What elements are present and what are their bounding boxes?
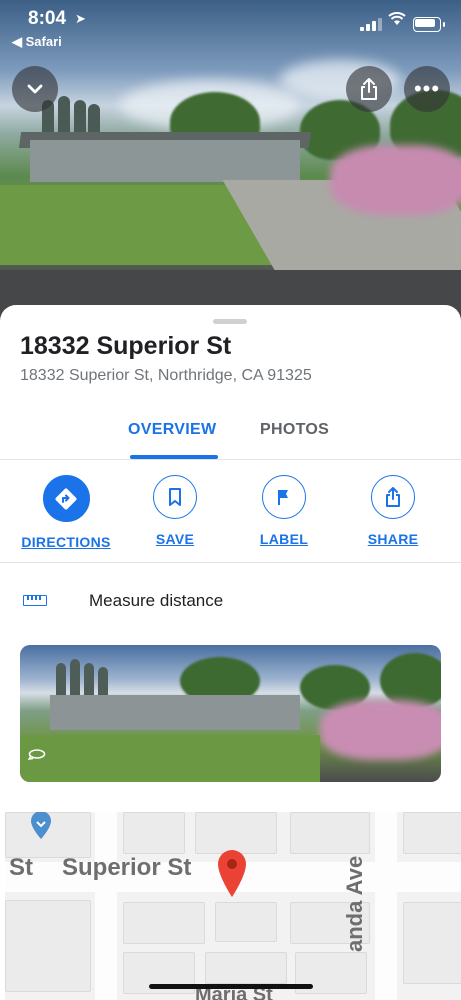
label-label: LABEL [259, 531, 309, 547]
share-icon [386, 487, 400, 507]
map-preview[interactable]: St Superior St anda Ave Maria St [5, 812, 461, 1000]
flag-icon [278, 490, 288, 505]
status-time: 8:04 [28, 8, 67, 29]
signal-icon [360, 17, 384, 31]
chevron-down-icon [27, 84, 43, 94]
map-label-avenue: anda Ave [342, 855, 367, 952]
place-address: 18332 Superior St, Northridge, CA 91325 [20, 367, 312, 384]
share-button[interactable]: SHARE [343, 475, 443, 547]
tabs-divider [0, 459, 461, 460]
street-view-thumbnail[interactable] [20, 645, 441, 782]
directions-icon [55, 488, 77, 509]
home-indicator[interactable] [149, 984, 313, 989]
map-poi-marker-icon [31, 812, 51, 839]
share-label: SHARE [367, 531, 419, 547]
share-button-top[interactable] [346, 66, 392, 112]
rotate-360-icon [27, 747, 46, 763]
map-road-vertical-left [95, 812, 117, 1000]
collapse-button[interactable] [12, 66, 58, 112]
location-arrow-icon: ➤ [75, 11, 86, 26]
battery-icon [413, 17, 445, 32]
label-button[interactable]: LABEL [234, 475, 334, 547]
status-bar: 8:04 ➤ ◀ Safari [0, 0, 461, 52]
sheet-drag-handle[interactable] [213, 319, 247, 324]
more-options-button[interactable]: ••• [404, 66, 450, 112]
directions-label: DIRECTIONS [21, 534, 111, 550]
back-to-safari-link[interactable]: ◀ Safari [12, 34, 62, 50]
bookmark-icon [169, 488, 181, 506]
save-button[interactable]: SAVE [125, 475, 225, 547]
directions-button[interactable]: DIRECTIONS [16, 475, 116, 550]
actions-divider [0, 562, 461, 563]
tab-photos[interactable]: PHOTOS [260, 421, 329, 439]
street-view-photo[interactable]: 8:04 ➤ ◀ Safari ••• [0, 0, 461, 320]
place-sheet: 18332 Superior St 18332 Superior St, Nor… [0, 305, 461, 1000]
tab-overview[interactable]: OVERVIEW [128, 421, 216, 439]
ruler-icon [23, 595, 47, 606]
measure-distance-label: Measure distance [89, 591, 224, 610]
map-label-street-fragment: St [9, 854, 33, 881]
place-title: 18332 Superior St [20, 332, 232, 360]
more-horizontal-icon: ••• [413, 76, 441, 101]
share-icon [361, 78, 377, 100]
measure-distance-row[interactable]: Measure distance [0, 575, 461, 630]
save-label: SAVE [155, 531, 195, 547]
wifi-icon [388, 12, 406, 31]
location-pin-icon [218, 850, 246, 897]
map-label-superior-st: Superior St [62, 854, 192, 881]
map-road-vertical-right [375, 812, 397, 1000]
